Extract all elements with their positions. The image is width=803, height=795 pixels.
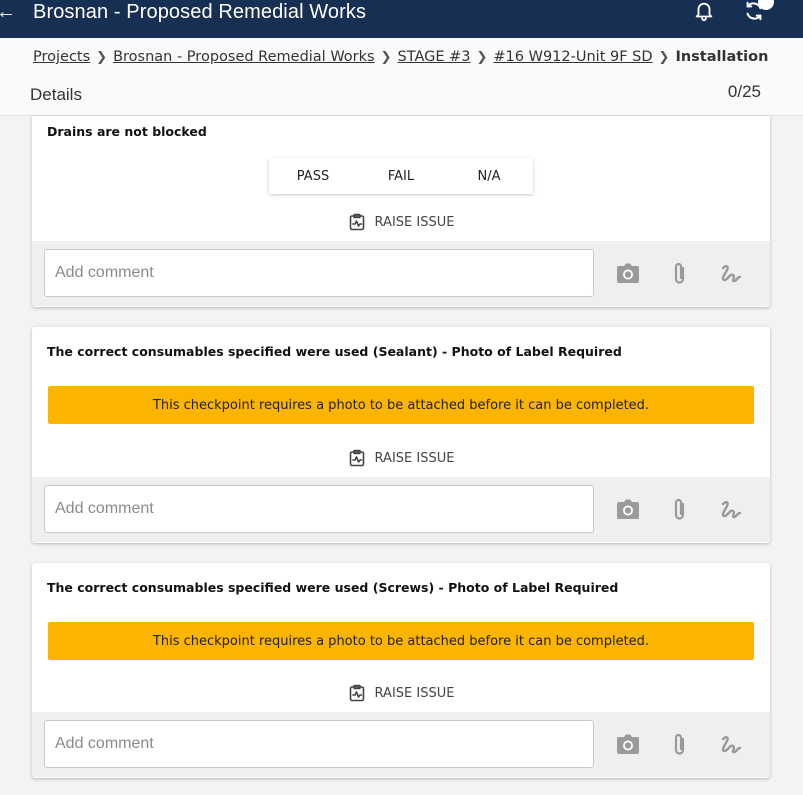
chevron-right-icon: ❯	[96, 49, 108, 65]
comment-input[interactable]	[44, 485, 594, 533]
top-app-bar: ← Brosnan - Proposed Remedial Works	[0, 0, 803, 38]
checkpoint-title: Drains are not blocked	[47, 124, 207, 139]
page-title: Brosnan - Proposed Remedial Works	[33, 1, 367, 23]
checkpoint-title: The correct consumables specified were u…	[47, 344, 622, 359]
photo-required-warning: This checkpoint requires a photo to be a…	[48, 622, 754, 660]
details-label: Details	[30, 85, 82, 104]
paperclip-icon[interactable]	[667, 497, 693, 523]
chevron-right-icon: ❯	[380, 49, 392, 65]
photo-required-warning: This checkpoint requires a photo to be a…	[48, 386, 754, 424]
raise-issue-label: RAISE ISSUE	[374, 214, 455, 230]
comment-bar	[32, 241, 770, 306]
comment-bar	[32, 477, 770, 542]
checkpoint-card: Drains are not blocked PASS FAIL N/A RAI…	[32, 116, 770, 307]
chevron-right-icon: ❯	[476, 49, 488, 65]
raise-issue-button[interactable]: RAISE ISSUE	[32, 449, 770, 467]
result-toggle-group: PASS FAIL N/A	[269, 158, 533, 194]
na-button[interactable]: N/A	[445, 158, 533, 194]
breadcrumb-current: Installation	[675, 49, 769, 65]
subheader: Projects ❯ Brosnan - Proposed Remedial W…	[0, 38, 803, 116]
clipboard-pulse-icon	[349, 213, 364, 231]
fail-button[interactable]: FAIL	[357, 158, 445, 194]
progress-count: 0/25	[727, 82, 761, 101]
pass-button[interactable]: PASS	[269, 158, 357, 194]
sync-badge	[758, 0, 774, 10]
breadcrumb-unit[interactable]: #16 W912-Unit 9F SD	[493, 49, 652, 65]
arrow-left-icon[interactable]: ←	[0, 0, 16, 24]
breadcrumb-projects[interactable]: Projects	[33, 49, 90, 65]
signature-icon[interactable]	[719, 261, 745, 287]
breadcrumb-stage[interactable]: STAGE #3	[398, 49, 471, 65]
camera-icon[interactable]	[615, 732, 641, 758]
chevron-right-icon: ❯	[658, 49, 670, 65]
raise-issue-button[interactable]: RAISE ISSUE	[32, 213, 770, 231]
raise-issue-button[interactable]: RAISE ISSUE	[32, 684, 770, 702]
checkpoint-card: The correct consumables specified were u…	[32, 563, 770, 778]
paperclip-icon[interactable]	[667, 732, 693, 758]
comment-input[interactable]	[44, 720, 594, 768]
camera-icon[interactable]	[615, 497, 641, 523]
bell-icon[interactable]	[693, 0, 715, 22]
checkpoint-card: The correct consumables specified were u…	[32, 327, 770, 543]
raise-issue-label: RAISE ISSUE	[374, 685, 455, 701]
signature-icon[interactable]	[719, 497, 745, 523]
clipboard-pulse-icon	[349, 449, 364, 467]
signature-icon[interactable]	[719, 732, 745, 758]
raise-issue-label: RAISE ISSUE	[374, 450, 455, 466]
clipboard-pulse-icon	[349, 684, 364, 702]
breadcrumb-project[interactable]: Brosnan - Proposed Remedial Works	[113, 49, 375, 65]
breadcrumb: Projects ❯ Brosnan - Proposed Remedial W…	[33, 49, 768, 65]
paperclip-icon[interactable]	[667, 261, 693, 287]
checkpoint-title: The correct consumables specified were u…	[47, 580, 619, 595]
comment-input[interactable]	[44, 249, 594, 297]
comment-bar	[32, 712, 770, 777]
camera-icon[interactable]	[615, 261, 641, 287]
